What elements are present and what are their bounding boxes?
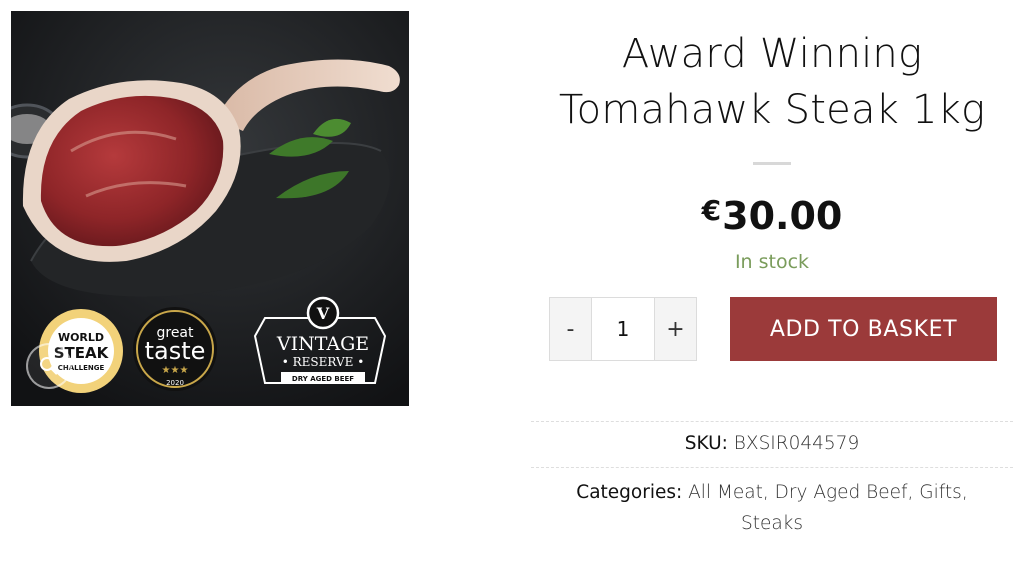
badge-vintage: VINTAGE	[276, 333, 369, 355]
quantity-decrease-button[interactable]: -	[550, 298, 591, 360]
product-image[interactable]: WORLD STEAK CHALLENGE great taste ★★★ 20…	[11, 11, 409, 406]
steak-photo: WORLD STEAK CHALLENGE great taste ★★★ 20…	[11, 11, 409, 406]
badge-v: V	[316, 304, 330, 323]
magnifier-icon	[39, 356, 59, 376]
price-amount: 30.00	[722, 194, 843, 238]
sku-label: SKU:	[684, 433, 728, 454]
quantity-stepper: - +	[549, 297, 697, 361]
badge-dry-aged: DRY AGED BEEF	[292, 375, 354, 383]
badge-year: 2020	[166, 379, 184, 387]
product-price: €30.00	[531, 186, 1013, 241]
category-link-all-meat[interactable]: All Meat	[688, 482, 763, 503]
badge-world: WORLD	[58, 331, 104, 344]
category-link-dry-aged-beef[interactable]: Dry Aged Beef	[775, 482, 908, 503]
category-link-gifts[interactable]: Gifts	[919, 482, 962, 503]
price-currency: €	[701, 194, 722, 227]
title-divider	[753, 162, 791, 165]
zoom-button[interactable]	[26, 343, 72, 389]
sku-value: BXSIR044579	[733, 433, 860, 454]
product-title: Award Winning Tomahawk Steak 1kg	[531, 26, 1013, 138]
title-line-2: Tomahawk Steak 1kg	[558, 87, 986, 133]
badge-reserve: • RESERVE •	[282, 355, 365, 369]
badge-taste: taste	[145, 337, 206, 365]
categories-label: Categories:	[576, 482, 683, 503]
stock-status: In stock	[734, 251, 810, 273]
meta-divider-top	[531, 421, 1013, 422]
product-categories: Categories: All Meat, Dry Aged Beef, Gif…	[576, 482, 968, 534]
category-link-steaks[interactable]: Steaks	[741, 513, 803, 534]
product-summary: Award Winning Tomahawk Steak 1kg €30.00 …	[531, 0, 1013, 561]
meta-divider-bottom	[531, 467, 1013, 468]
add-to-basket-button[interactable]: ADD TO BASKET	[730, 297, 997, 361]
quantity-increase-button[interactable]: +	[655, 298, 696, 360]
product-sku: SKU: BXSIR044579	[531, 428, 1013, 459]
great-taste-badge: great taste ★★★ 2020	[133, 307, 217, 391]
badge-stars: ★★★	[162, 365, 189, 376]
title-line-1: Award Winning	[621, 31, 923, 77]
quantity-input[interactable]	[591, 298, 655, 360]
